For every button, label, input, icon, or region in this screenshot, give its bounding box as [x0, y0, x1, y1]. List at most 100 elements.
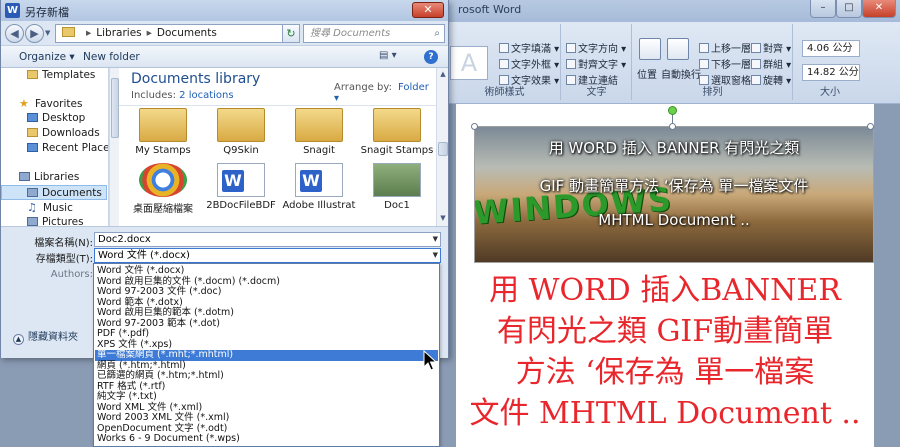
- breadcrumb-libraries[interactable]: Libraries: [96, 27, 141, 39]
- content-scroll-thumb[interactable]: [438, 142, 448, 156]
- scroll-down-icon[interactable]: ▼: [438, 214, 448, 222]
- group-label-size: 大小: [820, 87, 840, 98]
- nav-item-favorites[interactable]: ★ Favorites: [1, 96, 107, 111]
- breadcrumb-separator-icon: ▸: [86, 27, 92, 39]
- ribbon-group-text: 文字方向 ▾ 對齊文字 ▾ 建立連結 文字: [562, 24, 632, 100]
- file-item[interactable]: W 2BDocFileBDF: [203, 163, 279, 211]
- resize-handle-tr[interactable]: [867, 123, 874, 130]
- ribbon-group-arrange: 位置 自動換行 上移一層 ▾ 下移一層 ▾ 選取窗格 對齊 ▾ 群組 ▾ 旋轉 …: [633, 24, 793, 100]
- change-view-button[interactable]: ▤ ▾: [379, 50, 397, 61]
- align-text-button[interactable]: 對齊文字 ▾: [566, 56, 626, 71]
- position-button[interactable]: 位置: [637, 66, 657, 81]
- nav-pane-scrollbar[interactable]: [109, 68, 119, 226]
- align-button[interactable]: 對齊 ▾: [751, 40, 791, 55]
- nav-item-recent-places[interactable]: Recent Places: [1, 141, 108, 156]
- scroll-up-icon[interactable]: ▲: [438, 70, 448, 78]
- text-outline-button[interactable]: 文字外框 ▾: [499, 56, 559, 71]
- file-item[interactable]: 桌面壓縮檔案: [125, 163, 201, 215]
- wrap-text-icon[interactable]: [667, 38, 689, 60]
- nav-item-downloads[interactable]: Downloads: [1, 126, 107, 141]
- text-direction-button[interactable]: 文字方向 ▾: [566, 40, 626, 55]
- library-icon: [19, 172, 30, 181]
- search-input[interactable]: 搜尋 Documents ⌕: [303, 24, 445, 43]
- forward-button[interactable]: ▶: [25, 24, 44, 43]
- filetype-option-selected[interactable]: 單一檔案網頁 (*.mht;*.mhtml): [95, 349, 438, 361]
- text-fill-button[interactable]: 文字填滿 ▾: [499, 40, 559, 55]
- breadcrumb-documents[interactable]: Documents: [157, 27, 217, 39]
- file-item[interactable]: Snagit Stamps: [359, 108, 435, 156]
- filetype-option[interactable]: Works 6 - 9 Document (*.wps): [95, 433, 438, 445]
- word-title: rosoft Word: [458, 3, 522, 16]
- file-item[interactable]: Doc1: [359, 163, 435, 211]
- organize-button[interactable]: Organize ▾: [19, 51, 75, 63]
- recent-pages-dropdown[interactable]: ▼: [45, 29, 50, 37]
- shape-height-input[interactable]: 4.06 公分: [802, 40, 860, 57]
- body-line-4: 文件 MHTML Document ..: [469, 396, 861, 431]
- position-icon[interactable]: [639, 38, 661, 60]
- send-backward-icon: [699, 59, 709, 69]
- filetype-option[interactable]: Word 啟用巨集的範本 (*.dotm): [95, 307, 438, 319]
- library-includes: Includes: 2 locations: [131, 90, 234, 101]
- filetype-option[interactable]: 純文字 (*.txt): [95, 391, 438, 403]
- rotate-handle[interactable]: [668, 106, 677, 115]
- file-item[interactable]: Q9Skin: [203, 108, 279, 156]
- close-window-button[interactable]: ✕: [862, 0, 896, 18]
- wrap-text-button[interactable]: 自動換行: [661, 66, 701, 81]
- filetype-option[interactable]: 已篩選的網頁 (*.htm;*.html): [95, 370, 438, 382]
- nav-item-pictures[interactable]: Pictures: [1, 215, 107, 226]
- hide-folders-button[interactable]: ▲ 隱藏資料夾: [13, 328, 78, 345]
- filetype-option[interactable]: PDF (*.pdf): [95, 328, 438, 340]
- body-line-1: 用 WORD 插入BANNER: [489, 273, 841, 308]
- navigation-pane: Templates ★ Favorites Desktop Downloads R…: [1, 68, 109, 226]
- nav-item-desktop[interactable]: Desktop: [1, 111, 107, 126]
- filetype-option[interactable]: Word 2003 XML 文件 (*.xml): [95, 412, 438, 424]
- align-text-icon: [566, 59, 576, 69]
- resize-handle-top[interactable]: [669, 123, 676, 130]
- folder-icon: [217, 108, 265, 142]
- group-button[interactable]: 群組 ▾: [751, 56, 791, 71]
- view-icon: ▤: [379, 50, 389, 61]
- breadcrumb-separator-icon: ▸: [146, 27, 152, 39]
- banner-image[interactable]: WINDOWS 用 WORD 插入 BANNER 有閃光之類 GIF 動畫簡單方…: [474, 126, 874, 263]
- nav-item-templates[interactable]: Templates: [1, 68, 107, 83]
- banner-line-1: 用 WORD 插入 BANNER 有閃光之類: [548, 139, 800, 157]
- file-item[interactable]: My Stamps: [125, 108, 201, 156]
- file-item[interactable]: W Adobe Illustrat: [281, 163, 357, 211]
- banner-line-3: MHTML Document ..: [598, 211, 750, 229]
- library-folder-icon: [62, 27, 75, 37]
- banner-line-2: GIF 動畫簡單方法 ‘保存為 單一檔案文件: [539, 177, 809, 195]
- nav-item-music[interactable]: ♫ Music: [1, 200, 107, 215]
- wordart-style-gallery[interactable]: A: [450, 46, 488, 80]
- dialog-close-button[interactable]: ✕: [412, 2, 444, 18]
- new-folder-button[interactable]: New folder: [83, 51, 140, 63]
- ribbon-group-wordart: A 文字填滿 ▾ 文字外框 ▾ 文字效果 ▾ 術師樣式: [449, 24, 561, 100]
- resize-handle-tl[interactable]: [471, 123, 478, 130]
- filename-input[interactable]: Doc2.docx ▼: [94, 232, 441, 247]
- nav-item-documents[interactable]: Documents: [1, 185, 107, 200]
- refresh-button[interactable]: ↻: [282, 24, 300, 43]
- library-locations-link[interactable]: 2 locations: [179, 90, 233, 101]
- maximize-button[interactable]: □: [836, 0, 862, 18]
- back-button[interactable]: ◀: [5, 24, 24, 43]
- folder-icon: [139, 108, 187, 142]
- nav-item-libraries[interactable]: Libraries: [1, 170, 107, 185]
- filename-label: 檔案名稱(N):: [34, 238, 93, 249]
- dialog-titlebar[interactable]: W 另存新檔 ✕: [1, 0, 448, 21]
- filetype-option[interactable]: Word 97-2003 文件 (*.doc): [95, 286, 438, 298]
- minimize-button[interactable]: –: [810, 0, 836, 18]
- help-icon[interactable]: ?: [424, 50, 438, 64]
- library-title: Documents library: [131, 71, 261, 87]
- filetype-option[interactable]: Word 文件 (*.docx): [95, 265, 438, 277]
- nav-scroll-thumb[interactable]: [111, 78, 119, 138]
- filetype-select[interactable]: Word 文件 (*.docx) ▼: [94, 248, 441, 263]
- shape-width-input[interactable]: 14.82 公分: [802, 64, 860, 81]
- file-item[interactable]: Snagit: [281, 108, 357, 156]
- word-document-icon: W: [295, 163, 343, 197]
- address-bar[interactable]: ▸Libraries▸Documents ▼: [55, 24, 344, 43]
- folder-icon: [27, 70, 38, 79]
- content-scrollbar[interactable]: ▲ ▼: [436, 68, 448, 226]
- filetype-label: 存檔類型(T):: [35, 254, 93, 265]
- authors-label: Authors:: [50, 269, 93, 280]
- mouse-cursor-icon: [423, 350, 437, 371]
- filetype-dropdown-list: Word 文件 (*.docx) Word 啟用巨集的文件 (*.docm) (…: [93, 263, 440, 447]
